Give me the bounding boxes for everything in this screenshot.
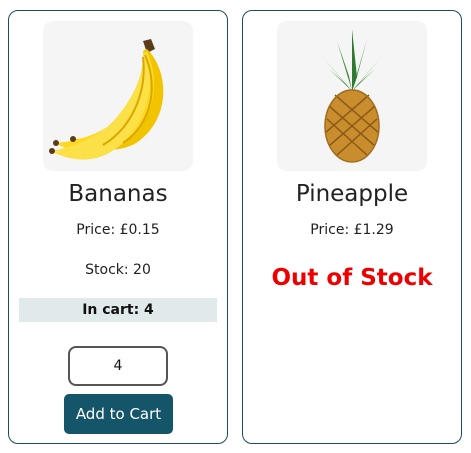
product-card-bananas: Bananas Price: £0.15 Stock: 20 In cart: … (8, 10, 228, 444)
product-card-pineapple: Pineapple Price: £1.29 Out of Stock (242, 10, 462, 444)
product-price: Price: £0.15 (76, 222, 160, 238)
product-price: Price: £1.29 (310, 222, 394, 238)
product-stock: Stock: 20 (85, 262, 151, 278)
pineapple-icon (322, 29, 382, 163)
add-to-cart-button[interactable]: Add to Cart (64, 394, 173, 434)
pineapple-image (277, 21, 427, 171)
banana-image (43, 21, 193, 171)
quantity-input[interactable] (68, 346, 168, 386)
product-title: Bananas (68, 181, 168, 207)
banana-icon (49, 39, 164, 160)
product-title: Pineapple (295, 181, 409, 207)
in-cart-badge: In cart: 4 (19, 298, 217, 322)
out-of-stock-label: Out of Stock (271, 265, 433, 291)
